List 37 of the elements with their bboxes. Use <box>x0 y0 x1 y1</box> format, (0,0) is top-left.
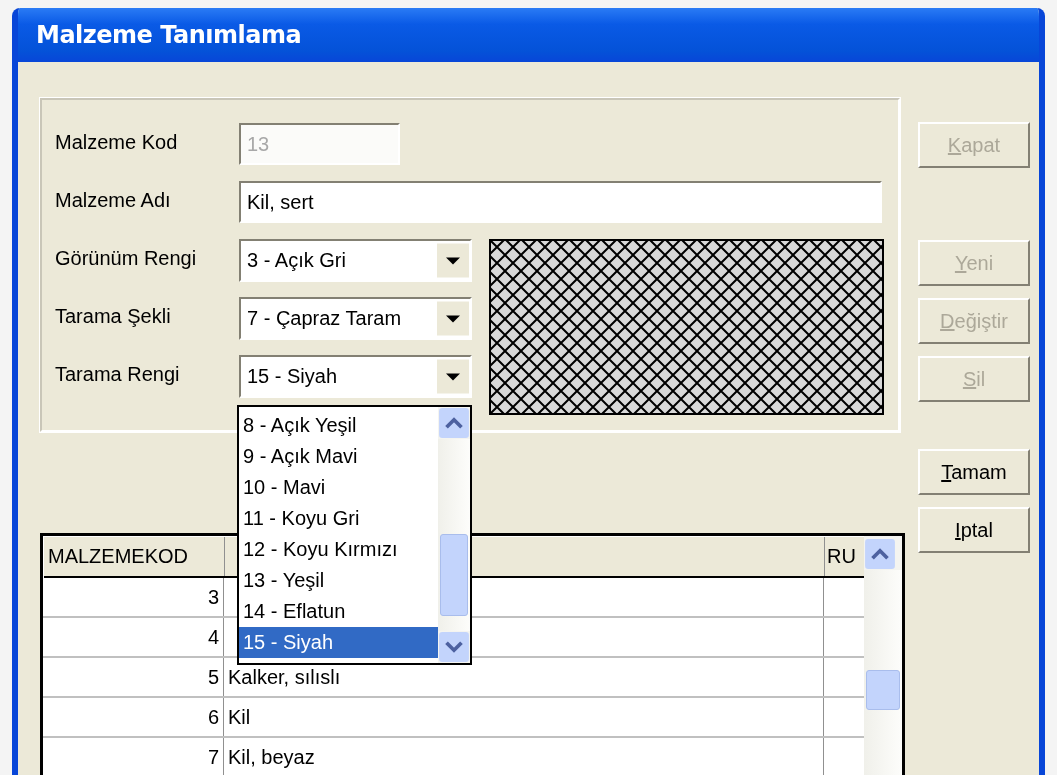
table-cell: 7 <box>43 738 224 775</box>
table-cell: 6 <box>43 698 224 736</box>
dropdown-option[interactable]: 8 - Açık Yeşil <box>239 410 438 441</box>
dropdown-field[interactable]: 15 - Siyah <box>239 355 472 398</box>
window-title: Malzeme Tanımlama <box>36 21 302 49</box>
scroll-up-icon[interactable] <box>438 407 470 439</box>
scroll-thumb[interactable] <box>440 534 468 616</box>
dropdown-option[interactable]: 15 - Siyah <box>239 627 438 658</box>
dropdown-field[interactable]: 7 - Çapraz Taram <box>239 297 472 340</box>
dropdown-option[interactable]: 10 - Mavi <box>239 472 438 503</box>
table-cell: 4 <box>43 618 224 656</box>
dropdown-option[interactable]: 14 - Eflatun <box>239 596 438 627</box>
field-label: Malzeme Adı <box>55 188 172 212</box>
dropdown-option[interactable]: 12 - Koyu Kırmızı <box>239 534 438 565</box>
table-cell: Kalker, sılıslı <box>224 658 824 696</box>
scrollbar[interactable] <box>438 407 470 663</box>
column-header[interactable]: RU <box>825 537 863 576</box>
column-header[interactable]: MALZEMEKOD <box>44 537 225 576</box>
scroll-thumb[interactable] <box>866 670 900 710</box>
table-cell: Kil, beyaz <box>224 738 824 775</box>
dialog-button[interactable]: Tamam <box>918 449 1030 495</box>
dropdown-option[interactable]: 11 - Koyu Gri <box>239 503 438 534</box>
field-label: Tarama Şekli <box>55 304 172 328</box>
dropdown-option[interactable]: 9 - Açık Mavi <box>239 441 438 472</box>
dropdown-field[interactable]: 3 - Açık Gri <box>239 239 472 282</box>
table-cell: Kil <box>224 698 824 736</box>
scrollbar[interactable] <box>864 536 902 775</box>
field-label: Tarama Rengi <box>55 362 181 386</box>
text-field[interactable]: Kil, sert <box>239 181 882 223</box>
table-cell: 5 <box>43 658 224 696</box>
table-cell: 3 <box>43 578 224 616</box>
scroll-down-icon[interactable] <box>438 631 470 663</box>
field-label: Malzeme Kod <box>55 130 179 154</box>
dialog-button[interactable]: Iptal <box>918 507 1030 553</box>
dropdown-option[interactable]: 13 - Yeşil <box>239 565 438 596</box>
scroll-up-icon[interactable] <box>864 538 896 570</box>
field-label: Görünüm Rengi <box>55 246 198 270</box>
